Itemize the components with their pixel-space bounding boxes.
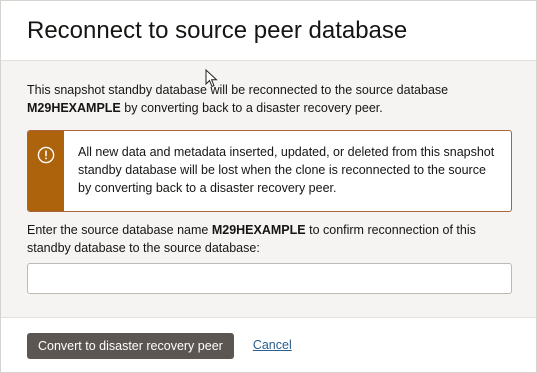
dialog-title: Reconnect to source peer database (27, 17, 408, 44)
intro-text: This snapshot standby database will be r… (27, 81, 510, 117)
convert-button[interactable]: Convert to disaster recovery peer (27, 333, 234, 359)
warning-stripe (28, 131, 64, 211)
confirm-label-prefix: Enter the source database name (27, 223, 212, 237)
exclamation-circle-icon (37, 146, 55, 211)
cancel-link[interactable]: Cancel (253, 338, 292, 352)
warning-alert: All new data and metadata inserted, upda… (27, 130, 512, 212)
reconnect-dialog: Reconnect to source peer database This s… (0, 0, 537, 373)
confirm-label: Enter the source database name M29HEXAMP… (27, 221, 510, 257)
intro-suffix: by converting back to a disaster recover… (120, 101, 383, 115)
dialog-footer: Convert to disaster recovery peer Cancel (1, 317, 536, 372)
dialog-header: Reconnect to source peer database (1, 1, 536, 61)
intro-prefix: This snapshot standby database will be r… (27, 83, 449, 97)
dialog-body: This snapshot standby database will be r… (1, 61, 536, 317)
confirm-db-name: M29HEXAMPLE (211, 223, 306, 237)
mouse-pointer-icon (205, 68, 219, 89)
intro-db-name: M29HEXAMPLE (27, 101, 121, 115)
warning-text: All new data and metadata inserted, upda… (78, 145, 495, 195)
database-name-input[interactable] (27, 263, 512, 294)
